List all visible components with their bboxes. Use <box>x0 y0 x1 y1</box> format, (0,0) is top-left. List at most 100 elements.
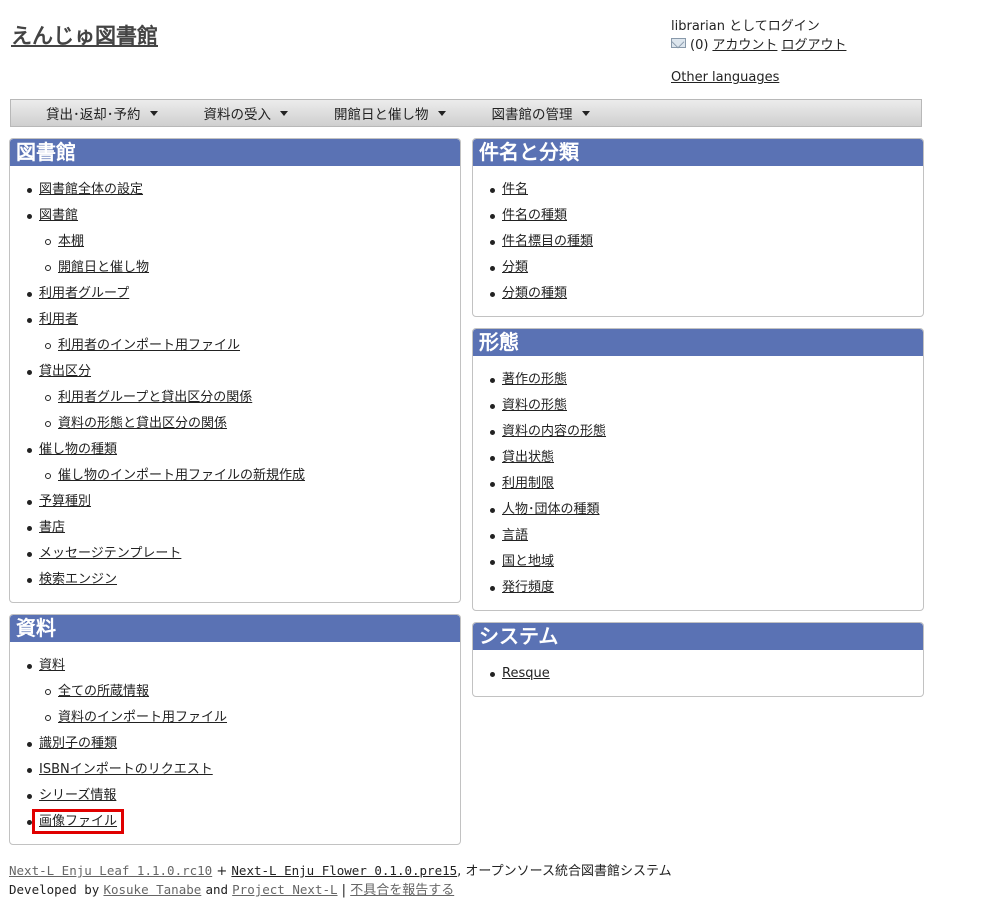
menu-link[interactable]: 件名の種類 <box>502 208 567 223</box>
highlight-box: 画像ファイル <box>32 809 125 834</box>
list-item: 資料の形態と貸出区分の関係 <box>10 411 460 437</box>
list-item: 予算種別 <box>10 489 460 515</box>
list-item: 図書館 <box>10 203 460 229</box>
footer: Next-L Enju Leaf 1.1.0.rc10 + Next-L Enj… <box>9 862 672 900</box>
footer-separator: | <box>341 883 347 898</box>
panel-title: 件名と分類 <box>473 139 923 166</box>
panel-title: 資料 <box>10 615 460 642</box>
developed-by-text: Developed by <box>9 882 100 897</box>
menu-link[interactable]: 資料の形態と貸出区分の関係 <box>58 416 227 431</box>
list-item: 利用者のインポート用ファイル <box>10 333 460 359</box>
menu-link[interactable]: 本棚 <box>58 234 84 249</box>
enju-flower-link[interactable]: Next-L Enju Flower 0.1.0.pre15 <box>231 863 457 878</box>
panel-forms: 形態 著作の形態 資料の形態 資料の内容の形態 貸出状態 利用制限 人物･団体の… <box>472 328 924 611</box>
menu-link[interactable]: 資料のインポート用ファイル <box>58 710 227 725</box>
list-item: 貸出区分 <box>10 359 460 385</box>
plus-sign: + <box>216 864 228 879</box>
site-title[interactable]: えんじゅ図書館 <box>11 20 158 50</box>
menu-link[interactable]: 分類 <box>502 260 528 275</box>
panel-subjects: 件名と分類 件名 件名の種類 件名標目の種類 分類 分類の種類 <box>472 138 924 317</box>
list-item: 発行頻度 <box>473 575 923 601</box>
menu-link[interactable]: Resque <box>502 666 550 681</box>
image-files-link[interactable]: 画像ファイル <box>39 814 117 829</box>
caret-down-icon <box>149 110 158 116</box>
menu-link[interactable]: シリーズ情報 <box>39 788 116 803</box>
menu-link[interactable]: 貸出区分 <box>39 364 91 379</box>
list-item: 資料のインポート用ファイル <box>10 705 460 731</box>
menu-link[interactable]: 図書館全体の設定 <box>39 182 143 197</box>
menu-link[interactable]: 全ての所蔵情報 <box>58 684 149 699</box>
login-status: librarian としてログイン <box>671 19 820 34</box>
list-item: シリーズ情報 <box>10 783 460 809</box>
menu-link[interactable]: 識別子の種類 <box>39 736 117 751</box>
menu-link[interactable]: 利用者のインポート用ファイル <box>58 338 240 353</box>
list-item: 催し物の種類 <box>10 437 460 463</box>
panel-title: 図書館 <box>10 139 460 166</box>
menu-link[interactable]: 利用制限 <box>502 476 554 491</box>
list-item: 国と地域 <box>473 549 923 575</box>
menu-link[interactable]: 分類の種類 <box>502 286 567 301</box>
author-link[interactable]: Kosuke Tanabe <box>103 882 201 897</box>
enju-leaf-link[interactable]: Next-L Enju Leaf 1.1.0.rc10 <box>9 863 212 878</box>
panel-library: 図書館 図書館全体の設定 図書館 本棚 開館日と催し物 利用者グループ 利用者 … <box>9 138 461 603</box>
menu-link[interactable]: 利用者グループと貸出区分の関係 <box>58 390 252 405</box>
list-item: 全ての所蔵情報 <box>10 679 460 705</box>
menu-link[interactable]: 国と地域 <box>502 554 554 569</box>
nav-menu-label: 図書館の管理 <box>491 107 573 123</box>
list-item: 利用者グループと貸出区分の関係 <box>10 385 460 411</box>
menu-link[interactable]: 資料の形態 <box>502 398 567 413</box>
main-navbar: 貸出･返却･予約 資料の受入 開館日と催し物 図書館の管理 <box>10 99 922 127</box>
logout-link[interactable]: ログアウト <box>781 36 846 55</box>
menu-link[interactable]: ISBNインポートのリクエスト <box>39 762 213 777</box>
caret-down-icon <box>581 110 590 116</box>
menu-link[interactable]: 催し物の種類 <box>39 442 117 457</box>
menu-link[interactable]: 発行頻度 <box>502 580 554 595</box>
menu-link[interactable]: 検索エンジン <box>39 572 117 587</box>
menu-link[interactable]: 開館日と催し物 <box>58 260 149 275</box>
menu-link[interactable]: 言語 <box>502 528 528 543</box>
caret-down-icon <box>280 110 288 116</box>
panel-title: 形態 <box>473 329 923 356</box>
list-item: 件名標目の種類 <box>473 229 923 255</box>
menu-link[interactable]: 貸出状態 <box>502 450 554 465</box>
list-item: 書店 <box>10 515 460 541</box>
nav-menu-circulation[interactable]: 貸出･返却･予約 <box>46 103 158 123</box>
list-item: 件名 <box>473 177 923 203</box>
menu-link[interactable]: 図書館 <box>39 208 78 223</box>
menu-link[interactable]: 資料 <box>39 658 65 673</box>
mail-count: (0) <box>690 38 709 53</box>
list-item: 資料の内容の形態 <box>473 419 923 445</box>
list-item: 人物･団体の種類 <box>473 497 923 523</box>
other-languages-link[interactable]: Other languages <box>671 70 779 85</box>
list-item: 利用制限 <box>473 471 923 497</box>
menu-link[interactable]: 利用者 <box>39 312 78 327</box>
nav-menu-acquisition[interactable]: 資料の受入 <box>204 103 288 123</box>
menu-link[interactable]: 資料の内容の形態 <box>502 424 606 439</box>
panel-title: システム <box>473 623 923 650</box>
menu-link[interactable]: 予算種別 <box>39 494 91 509</box>
mail-icon[interactable] <box>671 37 686 48</box>
and-text: and <box>205 882 229 897</box>
menu-link[interactable]: 件名標目の種類 <box>502 234 593 249</box>
list-item: 件名の種類 <box>473 203 923 229</box>
list-item: 言語 <box>473 523 923 549</box>
list-item: 著作の形態 <box>473 367 923 393</box>
list-item: 資料 <box>10 653 460 679</box>
menu-link[interactable]: 書店 <box>39 520 65 535</box>
account-link[interactable]: アカウント <box>712 36 777 55</box>
menu-link[interactable]: 件名 <box>502 182 528 197</box>
menu-link[interactable]: 人物･団体の種類 <box>502 502 600 517</box>
list-item: 図書館全体の設定 <box>10 177 460 203</box>
menu-link[interactable]: 催し物のインポート用ファイルの新規作成 <box>58 468 305 483</box>
footer-tagline: , オープンソース統合図書館システム <box>457 864 672 879</box>
project-link[interactable]: Project Next-L <box>232 882 337 897</box>
list-item: メッセージテンプレート <box>10 541 460 567</box>
nav-menu-management[interactable]: 図書館の管理 <box>492 103 590 123</box>
menu-link[interactable]: 著作の形態 <box>502 372 567 387</box>
report-bug-link[interactable]: 不具合を報告する <box>350 883 454 898</box>
list-item: ISBNインポートのリクエスト <box>10 757 460 783</box>
menu-link[interactable]: 利用者グループ <box>39 286 129 301</box>
list-item: 分類の種類 <box>473 281 923 307</box>
menu-link[interactable]: メッセージテンプレート <box>39 546 181 561</box>
nav-menu-events[interactable]: 開館日と催し物 <box>334 103 446 123</box>
